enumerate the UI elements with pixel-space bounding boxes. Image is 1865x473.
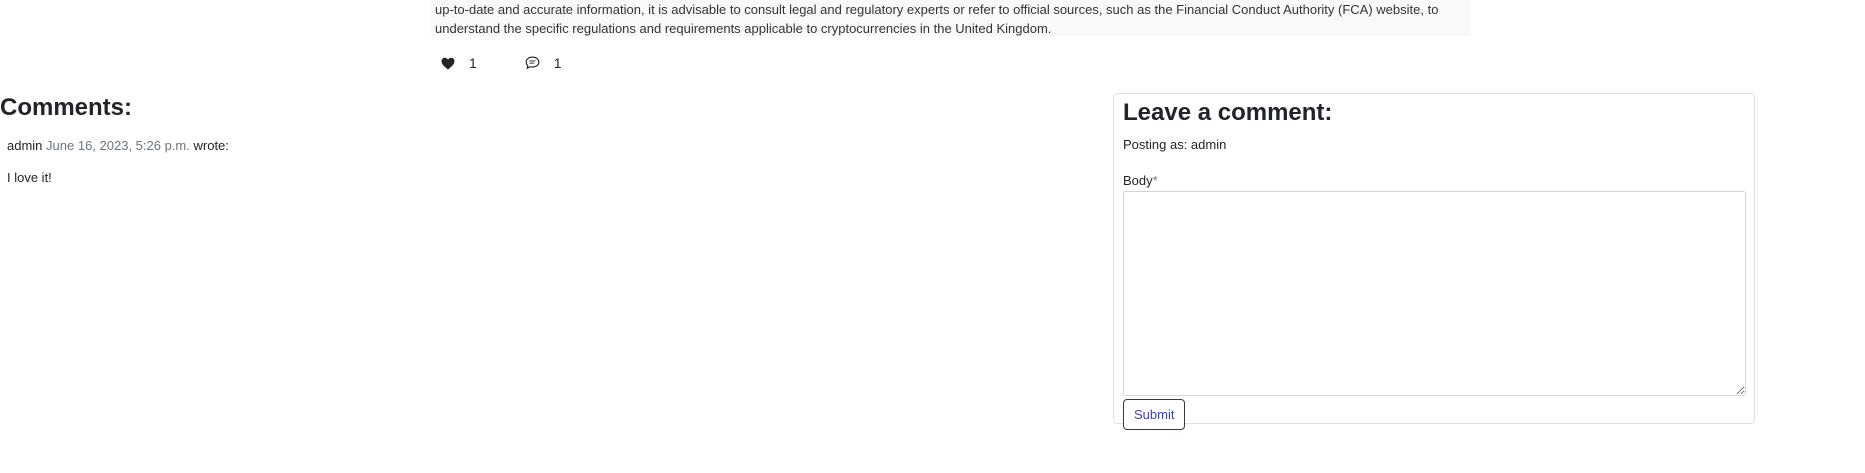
comment-item: admin June 16, 2023, 5:26 p.m. wrote: I …: [7, 136, 500, 188]
comment-author: admin: [7, 138, 43, 153]
speech-bubble-icon: [525, 56, 540, 70]
like-button[interactable]: 1: [441, 55, 477, 71]
submit-button[interactable]: Submit: [1123, 399, 1186, 430]
comment-body: I love it!: [7, 170, 52, 185]
comment-meta: admin June 16, 2023, 5:26 p.m. wrote:: [7, 136, 500, 156]
post-text-line: up-to-date and accurate information, it …: [435, 2, 1439, 17]
comments-section: Comments: admin June 16, 2023, 5:26 p.m.…: [0, 92, 500, 188]
post-text-line: understand the specific regulations and …: [435, 21, 1052, 36]
comments-heading: Comments:: [0, 94, 133, 121]
post-detail-page: up-to-date and accurate information, it …: [0, 0, 1865, 473]
like-count: 1: [469, 55, 477, 71]
required-marker: *: [1152, 173, 1158, 188]
post-content-excerpt: up-to-date and accurate information, it …: [431, 0, 1471, 36]
post-stats: 1 1: [441, 55, 562, 71]
leave-comment-heading: Leave a comment:: [1123, 99, 1333, 126]
heart-icon: [441, 57, 455, 70]
body-field-label: Body*: [1123, 172, 1745, 189]
comment-count: 1: [553, 55, 562, 71]
comment-date: June 16, 2023, 5:26 p.m.: [46, 138, 190, 153]
comment-body-textarea[interactable]: [1123, 191, 1746, 396]
comment-wrote-label: wrote:: [193, 138, 229, 153]
body-label-text: Body: [1123, 173, 1153, 188]
leave-comment-card: Leave a comment: Posting as: admin Body*…: [1113, 93, 1755, 430]
comment-count-link[interactable]: 1: [525, 55, 562, 71]
posting-as-text: Posting as: admin: [1123, 137, 1227, 152]
